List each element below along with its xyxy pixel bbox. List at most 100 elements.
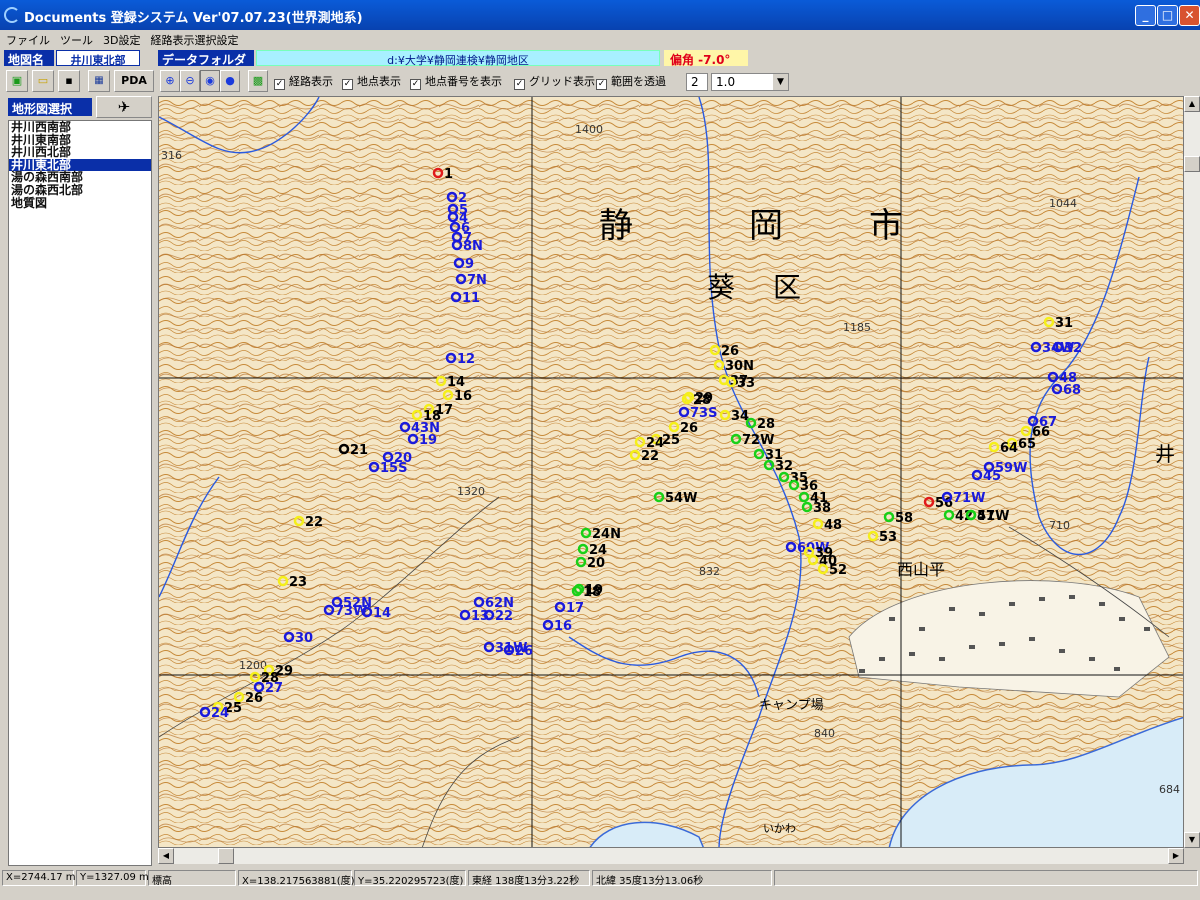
scroll-left-icon[interactable]: ◀ (158, 848, 174, 864)
survey-point-label: 72W (742, 433, 774, 448)
survey-point-label: 23 (289, 575, 307, 590)
status-bar: X=2744.17 m Y=1327.09 m 標高 X=138.2175638… (0, 870, 1200, 887)
scroll-down-icon[interactable]: ▼ (1184, 832, 1200, 848)
horizontal-scroll-thumb[interactable] (218, 848, 234, 864)
house-shape (859, 669, 865, 673)
new-map-button[interactable]: ▣ (6, 70, 28, 92)
chevron-down-icon[interactable]: ▼ (773, 74, 788, 90)
center-icon[interactable]: ● (220, 70, 240, 92)
elevation-label: 832 (699, 565, 720, 578)
map-list-item[interactable]: 井川西北部 (9, 146, 151, 159)
point-number-checkbox[interactable]: ✓ 地点番号を表示 (410, 73, 502, 90)
open-folder-icon[interactable]: ▭ (32, 70, 54, 92)
elevation-label: 1044 (1049, 197, 1077, 210)
close-button[interactable]: ✕ (1179, 5, 1200, 26)
print-icon[interactable]: ▦ (88, 70, 110, 92)
point-number-label: 地点番号を表示 (425, 75, 502, 88)
grid-display-label: グリッド表示 (529, 75, 595, 88)
horizontal-scrollbar[interactable]: ◀ ▶ (158, 848, 1184, 864)
survey-point-label: 53 (879, 530, 897, 545)
airplane-icon[interactable]: ✈ (96, 96, 152, 118)
vertical-scroll-thumb[interactable] (1184, 156, 1200, 172)
survey-point-label: 31 (1055, 316, 1073, 331)
topo-map[interactable]: 静岡市葵 区14001185104413208328406847101200316… (159, 97, 1184, 848)
survey-point-label: 9 (465, 257, 474, 272)
survey-point-label: 11 (462, 291, 480, 306)
declination-badge: 偏角 -7.0° (664, 50, 748, 67)
survey-point-label: 26 (245, 691, 263, 706)
info-bar: 地図名 井川東北部 データフォルダ d:¥大学¥静岡連検¥静岡地区 偏角 -7.… (0, 50, 1200, 67)
place-label: いかわ (763, 822, 796, 835)
grid-display-checkbox[interactable]: ✓ グリッド表示 (514, 73, 595, 90)
menu-file[interactable]: ファイル (0, 30, 54, 48)
scroll-up-icon[interactable]: ▲ (1184, 96, 1200, 112)
house-shape (1069, 595, 1075, 599)
map-list-item[interactable]: 井川西南部 (9, 121, 151, 134)
ward-name-char: 区 (773, 271, 801, 304)
survey-point-label: 15S (380, 461, 407, 476)
map-canvas[interactable]: 静岡市葵区 1400 1185 1044 1320 832 840 684 710 1200 316… (158, 96, 1184, 848)
survey-point-label: 20 (587, 556, 605, 571)
scroll-right-icon[interactable]: ▶ (1168, 848, 1184, 864)
menu-route-settings[interactable]: 経路表示選択設定 (144, 30, 242, 48)
survey-point-label: 22 (305, 515, 323, 530)
house-shape (1009, 602, 1015, 606)
map-list-item[interactable]: 湯の森西北部 (9, 184, 151, 197)
point-display-label: 地点表示 (357, 75, 401, 88)
place-label: 西山平 (897, 560, 945, 579)
map-view-icon[interactable]: ▩ (248, 70, 268, 92)
survey-point-label: 26 (680, 421, 698, 436)
zoom-in-icon[interactable]: ⊕ (160, 70, 180, 92)
zoom-out-icon[interactable]: ⊖ (180, 70, 200, 92)
house-shape (999, 642, 1005, 646)
number-input[interactable]: 2 (686, 73, 708, 91)
vertical-scrollbar[interactable]: ▲ ▼ (1184, 96, 1200, 848)
survey-point-label: 14 (373, 606, 391, 621)
point-display-checkbox[interactable]: ✓ 地点表示 (342, 73, 401, 90)
pda-button[interactable]: PDA (114, 70, 154, 92)
sidebar: 地形図選択 ✈ 井川西南部 井川東南部 井川西北部 井川東北部 湯の森西南部 湯… (0, 96, 156, 867)
menu-tools[interactable]: ツール (54, 30, 97, 48)
minimize-button[interactable]: _ (1135, 5, 1156, 26)
survey-point-label: 18 (583, 585, 601, 600)
survey-point-label: 1 (444, 167, 453, 182)
place-label: キャンプ場 (759, 698, 824, 713)
map-list-item[interactable]: 地質図 (9, 196, 151, 210)
elevation-label: 684 (1159, 783, 1180, 796)
survey-point-label: 24N (592, 527, 621, 542)
elevation-label: 316 (161, 149, 182, 162)
survey-point-label: 30 (295, 631, 313, 646)
data-folder-path: d:¥大学¥静岡連検¥静岡地区 (256, 50, 660, 67)
status-x: X=2744.17 m (2, 870, 76, 886)
status-empty (774, 870, 1198, 886)
survey-point-label: 16 (454, 389, 472, 404)
range-transparent-label: 範囲を透過 (611, 75, 666, 88)
menu-3d-settings[interactable]: 3D設定 (97, 30, 144, 48)
range-transparent-checkbox[interactable]: ✓ 範囲を透過 (596, 73, 666, 90)
save-icon[interactable]: ▪ (58, 70, 80, 92)
survey-point-label: 68 (1063, 383, 1081, 398)
title-bar[interactable]: Documents 登録システム Ver'07.07.23(世界測地系) _ □… (0, 0, 1200, 30)
house-shape (1089, 657, 1095, 661)
house-shape (969, 645, 975, 649)
survey-point-label: 48 (824, 518, 842, 533)
sidebar-title: 地形図選択 (8, 98, 92, 116)
map-list[interactable]: 井川西南部 井川東南部 井川西北部 井川東北部 湯の森西南部 湯の森西北部 地質… (8, 120, 152, 866)
survey-point-label: 16 (554, 619, 572, 634)
status-lon-deg: X=138.217563881(度) (238, 870, 355, 887)
status-lat-dms: 北緯 35度13分13.06秒 (592, 870, 772, 887)
route-display-checkbox[interactable]: ✓ 経路表示 (274, 73, 333, 90)
survey-point-label: 71W (953, 491, 985, 506)
place-label: 井 (1155, 442, 1175, 466)
map-name-value: 井川東北部 (56, 50, 140, 67)
house-shape (889, 617, 895, 621)
survey-point-label: 32 (1064, 341, 1082, 356)
scale-select-value: 1.0 (716, 75, 736, 89)
pan-icon[interactable]: ◉ (200, 70, 220, 92)
survey-point-label: 19 (419, 433, 437, 448)
survey-point-label: 26 (721, 344, 739, 359)
maximize-button[interactable]: □ (1157, 5, 1178, 26)
survey-point-label: 28 (757, 417, 775, 432)
scale-select[interactable]: 1.0 ▼ (711, 73, 789, 91)
survey-point-label: 41 (977, 509, 995, 524)
